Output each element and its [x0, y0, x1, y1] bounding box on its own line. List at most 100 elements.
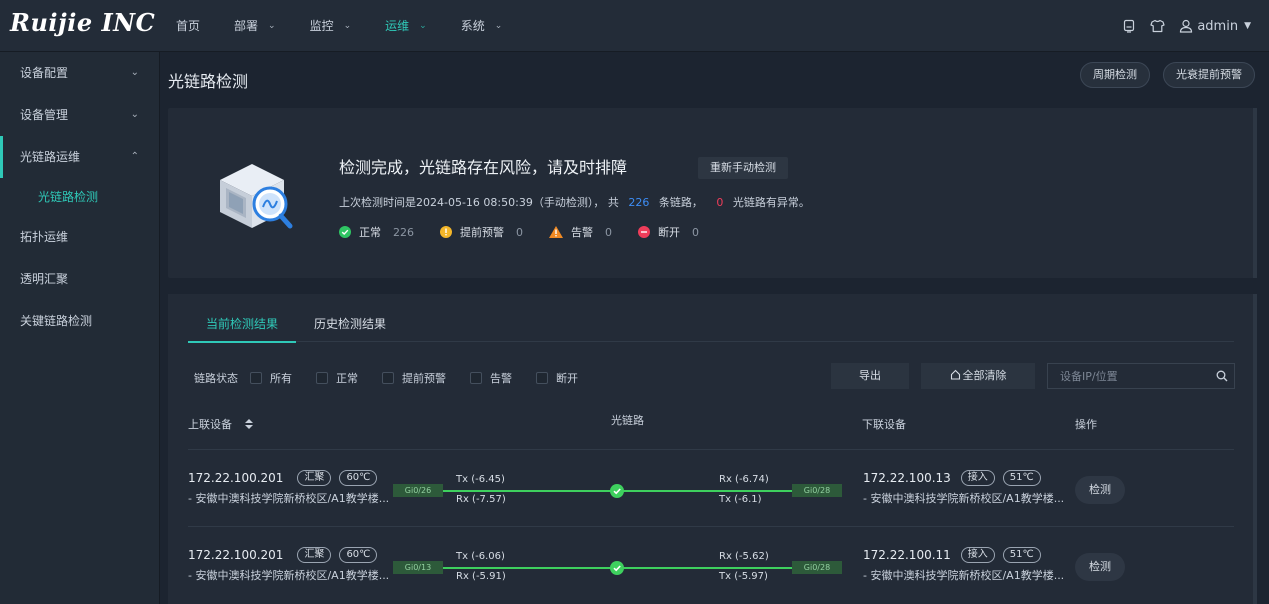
sidebar-subitem-optical-detect[interactable]: 光链路检测	[0, 178, 159, 216]
upstream-location: - 安徽中澳科技学院新桥校区/A1教学楼...	[188, 492, 390, 505]
downstream-tx-power: Tx (-6.1)	[719, 494, 762, 505]
alert-triangle-icon	[549, 226, 563, 238]
scrollbar[interactable]	[1253, 294, 1257, 604]
nav-label: 部署	[234, 19, 259, 33]
chevron-up-icon: ⌃	[130, 151, 139, 162]
upstream-rx-power: Rx (-5.91)	[456, 571, 506, 582]
rerun-manual-detect-button[interactable]: 重新手动检测	[698, 157, 788, 179]
scrollbar[interactable]	[1253, 108, 1257, 278]
link-ok-icon	[610, 484, 624, 498]
user-menu[interactable]: admin ▼	[1179, 19, 1251, 34]
downstream-rx-power: Rx (-5.62)	[719, 551, 769, 562]
main-nav: 首页 部署 ⌄ 监控 ⌄ 运维 ⌄ 系统 ⌄	[176, 0, 536, 52]
nav-label: 系统	[460, 19, 485, 33]
export-button[interactable]: 导出	[831, 363, 909, 389]
downstream-ip[interactable]: 172.22.100.13	[863, 471, 951, 485]
stat-disconnected: 断开 0	[638, 224, 699, 240]
home-clear-icon	[950, 369, 960, 380]
temperature-tag: 60℃	[339, 470, 378, 486]
periodic-detect-button[interactable]: 周期检测	[1080, 62, 1150, 88]
column-downstream: 下联设备	[862, 418, 906, 431]
column-upstream[interactable]: 上联设备	[188, 416, 254, 432]
sidebar-item-label: 光链路运维	[20, 150, 81, 164]
device-icon[interactable]	[1122, 19, 1136, 33]
abnormal-count: 0	[716, 196, 724, 209]
upstream-port: Gi0/13	[393, 561, 443, 574]
main-content: 光链路检测 周期检测 光衰提前预警 检测完成，光链路存在风险，请及时排障 重新手…	[160, 52, 1269, 604]
stat-label: 断开	[658, 226, 680, 239]
device-role-tag: 接入	[960, 547, 995, 563]
detect-button[interactable]: 检测	[1075, 553, 1125, 581]
result-tabs: 当前检测结果 历史检测结果	[188, 310, 1234, 343]
checkbox-label: 告警	[490, 372, 512, 385]
clear-all-button[interactable]: 全部清除	[921, 363, 1035, 389]
sidebar-item-key-link[interactable]: 关键链路检测	[0, 300, 159, 342]
downstream-device: 172.22.100.13 接入 51℃	[863, 470, 1041, 486]
temperature-tag: 51℃	[1002, 547, 1041, 563]
filter-normal-checkbox[interactable]: 正常	[316, 370, 358, 386]
downstream-port: Gi0/28	[792, 484, 842, 497]
upstream-tx-power: Tx (-6.06)	[456, 551, 505, 562]
search-icon[interactable]	[1216, 370, 1228, 382]
stat-label: 提前预警	[460, 226, 504, 239]
clear-all-label: 全部清除	[962, 369, 1007, 382]
downstream-port: Gi0/28	[792, 561, 842, 574]
nav-item-ops[interactable]: 运维 ⌄	[385, 0, 427, 52]
upstream-device: 172.22.100.201 汇聚 60℃	[188, 547, 378, 563]
tab-current-results[interactable]: 当前检测结果	[188, 310, 297, 343]
checkbox-box	[382, 372, 394, 384]
total-links-count: 226	[628, 196, 650, 209]
checkbox-label: 正常	[336, 372, 358, 385]
warning-circle-icon	[440, 226, 452, 238]
temperature-tag: 51℃	[1002, 470, 1041, 486]
upstream-tx-power: Tx (-6.45)	[456, 474, 505, 485]
filter-disconnected-checkbox[interactable]: 断开	[536, 370, 578, 386]
sidebar-item-device-config[interactable]: 设备配置 ⌄	[0, 52, 159, 94]
chevron-down-icon: ⌄	[268, 21, 276, 31]
sidebar-item-label: 拓扑运维	[20, 230, 69, 244]
device-role-tag: 汇聚	[297, 547, 332, 563]
checkbox-box	[536, 372, 548, 384]
sidebar-item-topology[interactable]: 拓扑运维	[0, 216, 159, 258]
sidebar-item-label: 关键链路检测	[20, 314, 93, 328]
username: admin	[1197, 18, 1239, 34]
tab-history-results[interactable]: 历史检测结果	[296, 310, 404, 342]
top-bar: Ruijie INC 首页 部署 ⌄ 监控 ⌄ 运维 ⌄ 系统 ⌄ admin ▼	[0, 0, 1269, 52]
sort-icon[interactable]	[244, 418, 254, 430]
nav-item-system[interactable]: 系统 ⌄	[461, 0, 503, 52]
upstream-port: Gi0/26	[393, 484, 443, 497]
downstream-location: - 安徽中澳科技学院新桥校区/A1教学楼...	[863, 492, 1065, 505]
device-search	[1047, 363, 1235, 389]
sidebar-item-optical-ops[interactable]: 光链路运维 ⌃	[0, 136, 159, 178]
top-right-tools: admin ▼	[1108, 0, 1251, 52]
filter-all-checkbox[interactable]: 所有	[250, 370, 292, 386]
checkbox-box	[470, 372, 482, 384]
stat-count: 0	[692, 225, 699, 239]
sidebar-item-label: 设备管理	[20, 108, 69, 122]
detect-button[interactable]: 检测	[1075, 476, 1125, 504]
results-panel: 当前检测结果 历史检测结果 链路状态 所有 正常 提前预警 告警 断开 导出 全…	[168, 294, 1254, 604]
brand-logo[interactable]: Ruijie INC	[10, 8, 155, 37]
temperature-tag: 60℃	[339, 547, 378, 563]
nav-label: 首页	[176, 19, 201, 33]
theme-shirt-icon[interactable]	[1150, 19, 1165, 33]
upstream-ip[interactable]: 172.22.100.201	[188, 471, 283, 485]
search-input[interactable]	[1048, 364, 1208, 388]
sidebar-item-device-mgmt[interactable]: 设备管理 ⌄	[0, 94, 159, 136]
info-mid: 条链路，	[658, 196, 703, 209]
filter-early-warning-checkbox[interactable]: 提前预警	[382, 370, 446, 386]
column-link: 光链路	[611, 414, 644, 427]
nav-item-monitor[interactable]: 监控 ⌄	[310, 0, 352, 52]
filter-alarm-checkbox[interactable]: 告警	[470, 370, 512, 386]
nav-item-deploy[interactable]: 部署 ⌄	[234, 0, 276, 52]
disconnect-circle-icon	[638, 226, 650, 238]
upstream-ip[interactable]: 172.22.100.201	[188, 548, 283, 562]
checkbox-box	[316, 372, 328, 384]
sidebar-item-transparent-agg[interactable]: 透明汇聚	[0, 258, 159, 300]
attenuation-alert-button[interactable]: 光衰提前预警	[1163, 62, 1255, 88]
checkbox-label: 所有	[270, 372, 292, 385]
downstream-ip[interactable]: 172.22.100.11	[863, 548, 951, 562]
device-role-tag: 接入	[960, 470, 995, 486]
nav-item-home[interactable]: 首页	[176, 0, 200, 52]
stat-early-warning: 提前预警 0	[440, 224, 523, 240]
